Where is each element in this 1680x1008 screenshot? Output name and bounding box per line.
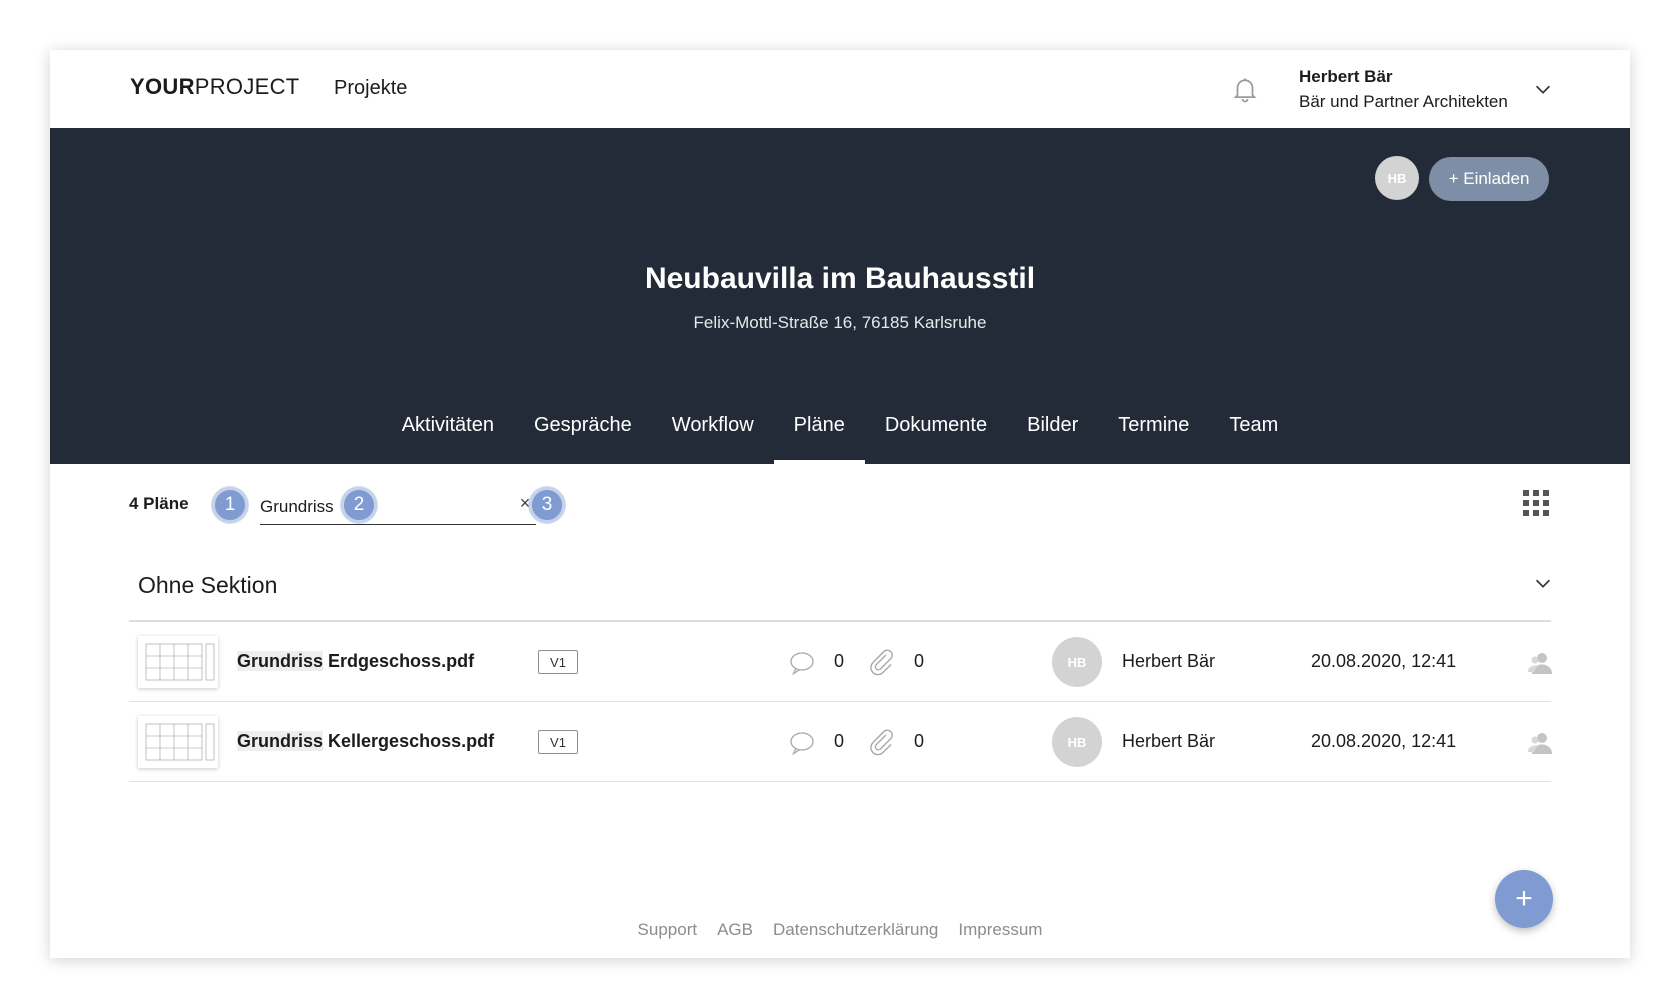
table-row[interactable]: Grundriss Kellergeschoss.pdf V1 0 0 HB H… bbox=[129, 702, 1554, 782]
chevron-down-icon[interactable] bbox=[1532, 78, 1554, 100]
section-title[interactable]: Ohne Sektion bbox=[138, 572, 277, 599]
plan-thumbnail[interactable] bbox=[138, 636, 218, 688]
add-plan-button[interactable]: + bbox=[1495, 870, 1553, 928]
file-name-rest: Erdgeschoss.pdf bbox=[323, 651, 475, 671]
grid-view-icon[interactable] bbox=[1523, 490, 1549, 516]
comment-count: 0 bbox=[834, 731, 845, 751]
footer-link-support[interactable]: Support bbox=[638, 920, 698, 940]
step-marker-1: 1 bbox=[212, 487, 248, 523]
tab-dokumente[interactable]: Dokumente bbox=[865, 394, 1007, 464]
project-tabs: Aktivitäten Gespräche Workflow Pläne Dok… bbox=[50, 394, 1630, 464]
nav-projects-link[interactable]: Projekte bbox=[334, 77, 407, 100]
bell-icon[interactable] bbox=[1230, 74, 1260, 104]
invite-button[interactable]: + Einladen bbox=[1429, 157, 1549, 201]
table-row[interactable]: Grundriss Erdgeschoss.pdf V1 0 0 HB Herb… bbox=[129, 622, 1554, 702]
search-highlight: Grundriss bbox=[237, 731, 324, 751]
project-header: HB + Einladen Neubauvilla im Bauhausstil… bbox=[50, 128, 1630, 464]
user-name[interactable]: Herbert Bär bbox=[1299, 67, 1393, 87]
tab-team[interactable]: Team bbox=[1209, 394, 1298, 464]
avatar: HB bbox=[1052, 637, 1102, 687]
search-input[interactable] bbox=[260, 493, 500, 521]
search-field: × bbox=[260, 487, 536, 525]
search-highlight: Grundriss bbox=[237, 651, 324, 671]
footer: Support AGB Datenschutzerklärung Impress… bbox=[50, 920, 1630, 940]
author-name: Herbert Bär bbox=[1122, 731, 1216, 751]
app-window: YOURPROJECT Projekte Herbert Bär Bär und… bbox=[50, 50, 1630, 958]
plan-file-name[interactable]: Grundriss Erdgeschoss.pdf bbox=[237, 651, 474, 672]
project-title: Neubauvilla im Bauhausstil bbox=[644, 262, 1036, 295]
avatar: HB bbox=[1052, 717, 1102, 767]
project-address: Felix-Mottl-Straße 16, 76185 Karlsruhe bbox=[693, 313, 987, 332]
author-name: Herbert Bär bbox=[1122, 651, 1216, 671]
footer-link-imprint[interactable]: Impressum bbox=[958, 920, 1042, 940]
attachment-count: 0 bbox=[914, 651, 925, 671]
comment-icon[interactable] bbox=[788, 649, 816, 677]
upload-date: 20.08.2020, 12:41 bbox=[1311, 731, 1457, 751]
plan-count: 4 Pläne bbox=[129, 494, 189, 513]
file-name-rest: Kellergeschoss.pdf bbox=[323, 731, 495, 751]
paperclip-icon[interactable] bbox=[866, 647, 896, 677]
tab-plaene[interactable]: Pläne bbox=[773, 394, 865, 464]
footer-link-privacy[interactable]: Datenschutzerklärung bbox=[773, 920, 938, 940]
user-organization[interactable]: Bär und Partner Architekten bbox=[1299, 92, 1508, 112]
plan-file-name[interactable]: Grundriss Kellergeschoss.pdf bbox=[237, 731, 494, 752]
tab-gespraeche[interactable]: Gespräche bbox=[514, 394, 652, 464]
version-badge: V1 bbox=[538, 650, 578, 674]
upload-date: 20.08.2020, 12:41 bbox=[1311, 651, 1457, 671]
paperclip-icon[interactable] bbox=[866, 727, 896, 757]
step-marker-2: 2 bbox=[341, 487, 377, 523]
comment-icon[interactable] bbox=[788, 729, 816, 757]
version-badge: V1 bbox=[538, 730, 578, 754]
tab-workflow[interactable]: Workflow bbox=[652, 394, 774, 464]
share-user-icon[interactable] bbox=[1526, 649, 1554, 677]
tab-bilder[interactable]: Bilder bbox=[1007, 394, 1098, 464]
plan-thumbnail[interactable] bbox=[138, 716, 218, 768]
tab-aktivitaeten[interactable]: Aktivitäten bbox=[382, 394, 514, 464]
footer-link-agb[interactable]: AGB bbox=[717, 920, 753, 940]
top-bar: YOURPROJECT Projekte Herbert Bär Bär und… bbox=[50, 50, 1630, 128]
logo-light: PROJECT bbox=[194, 74, 300, 99]
logo-bold: YOUR bbox=[130, 74, 195, 99]
share-user-icon[interactable] bbox=[1526, 729, 1554, 757]
step-marker-3: 3 bbox=[529, 487, 565, 523]
chevron-down-icon[interactable] bbox=[1532, 572, 1554, 594]
tab-termine[interactable]: Termine bbox=[1098, 394, 1209, 464]
comment-count: 0 bbox=[834, 651, 845, 671]
logo[interactable]: YOURPROJECT bbox=[130, 74, 300, 100]
attachment-count: 0 bbox=[914, 731, 925, 751]
avatar[interactable]: HB bbox=[1375, 156, 1419, 200]
